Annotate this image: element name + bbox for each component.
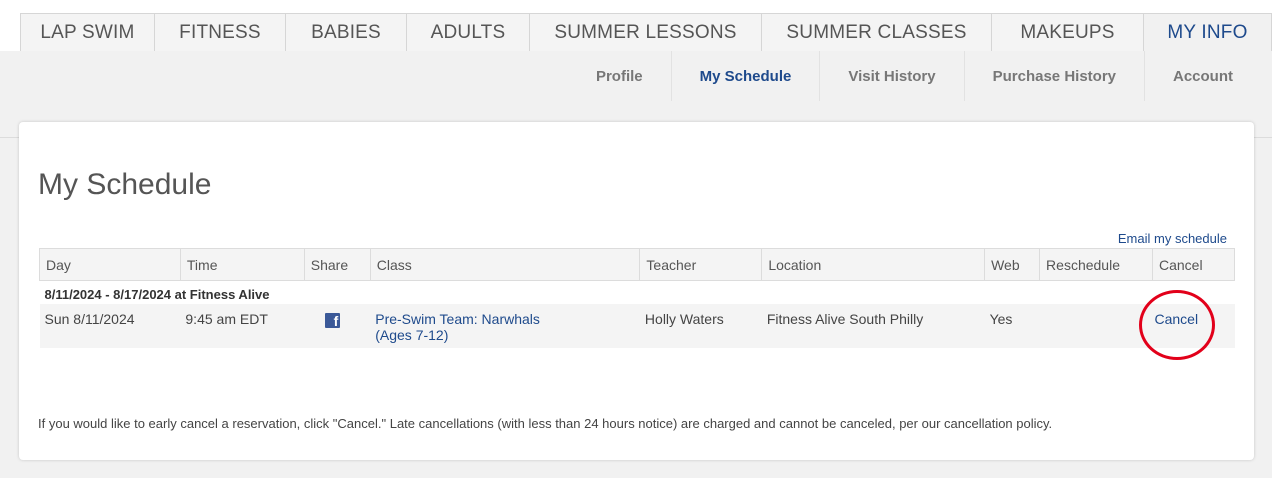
class-name: Pre-Swim Team: Narwhals bbox=[375, 311, 540, 327]
header-class[interactable]: Class bbox=[369, 248, 641, 281]
tab-summer-classes[interactable]: SUMMER CLASSES bbox=[761, 13, 991, 51]
row-web: Yes bbox=[984, 304, 1040, 348]
header-share: Share bbox=[303, 248, 371, 281]
row-reschedule bbox=[1039, 304, 1153, 348]
email-schedule-link[interactable]: Email my schedule bbox=[1118, 231, 1227, 246]
class-ages: (Ages 7-12) bbox=[375, 327, 449, 343]
header-cancel: Cancel bbox=[1152, 248, 1235, 281]
tab-babies[interactable]: BABIES bbox=[285, 13, 406, 51]
header-teacher[interactable]: Teacher bbox=[639, 248, 763, 281]
table-row: Sun 8/11/2024 9:45 am EDT f Pre-Swim Tea… bbox=[39, 290, 1235, 360]
tab-makeups[interactable]: MAKEUPS bbox=[991, 13, 1143, 51]
subnav-item-my-schedule[interactable]: My Schedule bbox=[670, 51, 820, 101]
header-time[interactable]: Time bbox=[179, 248, 305, 281]
sub-nav-items: Profile My Schedule Visit History Purcha… bbox=[568, 51, 1252, 101]
subnav-item-profile[interactable]: Profile bbox=[568, 51, 671, 101]
subnav-item-account[interactable]: Account bbox=[1144, 51, 1252, 101]
tab-adults[interactable]: ADULTS bbox=[406, 13, 529, 51]
tab-summer-lessons[interactable]: SUMMER LESSONS bbox=[529, 13, 761, 51]
class-link[interactable]: Pre-Swim Team: Narwhals (Ages 7-12) bbox=[375, 311, 540, 343]
cancel-button[interactable]: Cancel bbox=[1155, 311, 1199, 327]
row-day: Sun 8/11/2024 bbox=[39, 304, 181, 348]
row-teacher: Holly Waters bbox=[639, 304, 762, 348]
header-day[interactable]: Day bbox=[39, 248, 181, 281]
facebook-icon[interactable]: f bbox=[325, 313, 341, 328]
row-time: 9:45 am EDT bbox=[180, 304, 305, 348]
row-location: Fitness Alive South Philly bbox=[761, 304, 985, 348]
table-group-row: 8/11/2024 - 8/17/2024 at Fitness Alive bbox=[40, 281, 1235, 305]
row-class: Pre-Swim Team: Narwhals (Ages 7-12) bbox=[370, 304, 640, 348]
week-group-label: 8/11/2024 - 8/17/2024 at Fitness Alive bbox=[44, 287, 270, 302]
header-web: Web bbox=[984, 248, 1041, 281]
subnav-item-visit-history[interactable]: Visit History bbox=[819, 51, 963, 101]
header-reschedule: Reschedule bbox=[1039, 248, 1153, 281]
schedule-table: Day Time Share Class Teacher Location We… bbox=[39, 248, 1235, 360]
cancellation-policy-text: If you would like to early cancel a rese… bbox=[38, 416, 1053, 431]
tab-fitness[interactable]: FITNESS bbox=[154, 13, 285, 51]
row-cancel: Cancel bbox=[1138, 290, 1235, 360]
subnav-item-purchase-history[interactable]: Purchase History bbox=[963, 51, 1144, 101]
content-card: My Schedule Email my schedule Day Time S… bbox=[19, 122, 1254, 460]
header-location[interactable]: Location bbox=[761, 248, 986, 281]
tab-lap-swim[interactable]: LAP SWIM bbox=[20, 13, 154, 51]
page-title: My Schedule bbox=[38, 168, 212, 201]
tab-my-info[interactable]: MY INFO bbox=[1143, 13, 1272, 52]
row-share: f bbox=[304, 304, 371, 348]
table-header-row: Day Time Share Class Teacher Location We… bbox=[39, 248, 1235, 281]
top-nav: LAP SWIM FITNESS BABIES ADULTS SUMMER LE… bbox=[20, 13, 1272, 52]
